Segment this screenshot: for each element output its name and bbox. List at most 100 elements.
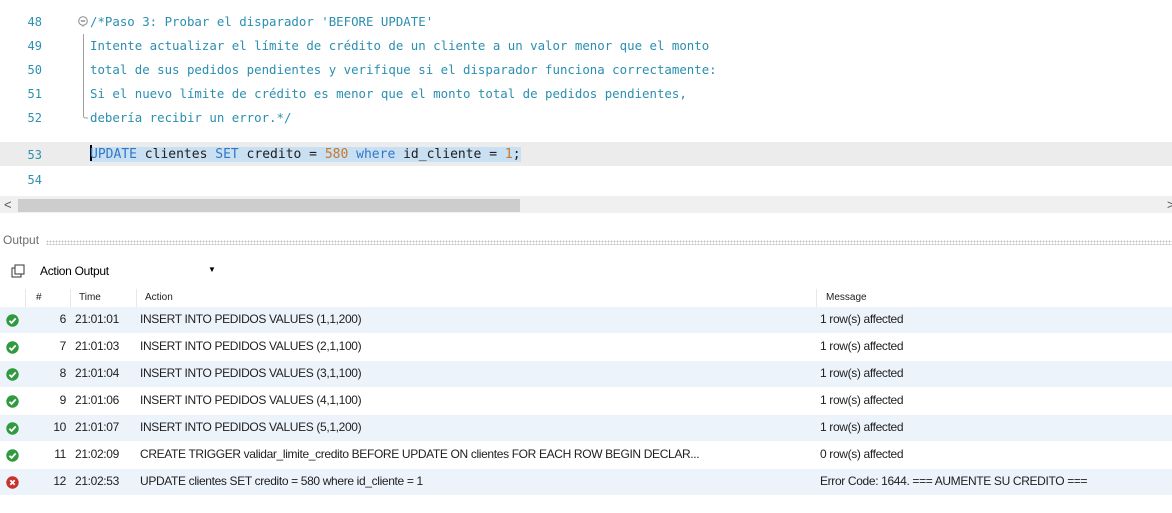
keyword-update: UPDATE (90, 147, 137, 162)
column-assign: credito = (238, 147, 325, 162)
line-number: 53 (27, 148, 42, 162)
code-line[interactable]: 52 debería recibir un error.*/ (0, 106, 1172, 130)
scroll-right-arrow[interactable]: > (1167, 196, 1172, 213)
row-action: INSERT INTO PEDIDOS VALUES (4,1,100) (140, 393, 362, 407)
fold-guide (83, 58, 84, 82)
table-row[interactable]: 11 21:02:09 CREATE TRIGGER validar_limite_… (0, 442, 1172, 468)
row-number: 6 (59, 312, 67, 326)
row-action: INSERT INTO PEDIDOS VALUES (3,1,100) (140, 366, 362, 380)
row-message: 0 row(s) affected (820, 447, 904, 461)
column-header-time[interactable]: Time (79, 292, 101, 303)
fold-guide (83, 82, 84, 106)
row-number: 7 (59, 339, 67, 353)
table-name: clientes (136, 147, 216, 162)
code-comment: debería recibir un error.*/ (90, 110, 292, 125)
column-divider[interactable] (136, 289, 137, 307)
success-check-icon (6, 395, 19, 408)
row-number: 11 (54, 447, 66, 461)
row-time: 21:01:01 (75, 312, 119, 326)
line-number: 50 (27, 63, 42, 77)
row-action: CREATE TRIGGER validar_limite_credito BE… (140, 447, 700, 461)
panel-grip[interactable] (46, 240, 1172, 245)
output-type-select[interactable]: Action Output ▼ (36, 262, 224, 280)
table-row[interactable]: 8 21:01:04 INSERT INTO PEDIDOS VALUES (3,1… (0, 361, 1172, 387)
success-check-icon (6, 449, 19, 462)
row-action: INSERT INTO PEDIDOS VALUES (1,1,200) (140, 312, 362, 326)
success-check-icon (6, 341, 19, 354)
row-time: 21:01:03 (75, 339, 119, 353)
row-message: 1 row(s) affected (820, 312, 904, 326)
success-check-icon (6, 314, 19, 327)
keyword-set: SET (215, 147, 239, 162)
line-number: 49 (27, 39, 42, 53)
code-line[interactable]: 50 total de sus pedidos pendientes y ver… (0, 58, 1172, 82)
table-row[interactable]: 10 21:01:07 INSERT INTO PEDIDOS VALUES (5,… (0, 415, 1172, 441)
row-message: 1 row(s) affected (820, 366, 904, 380)
code-line[interactable]: 48 /*Paso 3: Probar el disparador 'BEFOR… (0, 10, 1172, 34)
code-comment: /*Paso 3: Probar el disparador 'BEFORE U… (90, 14, 434, 29)
number-literal: 1 (504, 147, 513, 162)
success-check-icon (6, 422, 19, 435)
line-number: 48 (27, 15, 42, 29)
line-number: 51 (27, 87, 42, 101)
table-row[interactable]: 7 21:01:03 INSERT INTO PEDIDOS VALUES (2,1… (0, 334, 1172, 360)
output-toolbar: Action Output ▼ (0, 260, 1172, 282)
column-header-action[interactable]: Action (145, 292, 173, 303)
fold-collapse-icon[interactable] (78, 15, 88, 27)
row-message: 1 row(s) affected (820, 393, 904, 407)
statement-terminator: ; (512, 147, 521, 162)
copy-icon[interactable] (11, 264, 25, 278)
chevron-down-icon: ▼ (208, 265, 216, 274)
scrollbar-thumb[interactable] (18, 199, 520, 212)
number-literal: 580 (324, 147, 349, 162)
column-divider[interactable] (70, 289, 71, 307)
row-action: INSERT INTO PEDIDOS VALUES (5,1,200) (140, 420, 362, 434)
row-action: INSERT INTO PEDIDOS VALUES (2,1,100) (140, 339, 362, 353)
row-action: UPDATE clientes SET credito = 580 where … (140, 474, 423, 488)
line-number: 54 (27, 173, 42, 187)
code-line[interactable]: 49 Intente actualizar el límite de crédi… (0, 34, 1172, 58)
column-header-number[interactable]: # (36, 292, 42, 303)
table-row[interactable]: 6 21:01:01 INSERT INTO PEDIDOS VALUES (1,1… (0, 307, 1172, 333)
row-time: 21:02:53 (75, 474, 119, 488)
keyword-where: where (356, 147, 396, 162)
row-number: 10 (53, 420, 66, 434)
row-number: 8 (59, 366, 67, 380)
fold-guide (83, 34, 84, 58)
error-x-icon (6, 476, 19, 489)
output-panel-header: Output (0, 230, 1172, 252)
row-time: 21:01:06 (75, 393, 119, 407)
fold-end-icon (83, 106, 88, 119)
selection-highlight: UPDATE clientes SET credito = 580 where … (90, 145, 521, 162)
where-condition: id_cliente = (395, 147, 505, 162)
output-panel-title: Output (3, 233, 40, 247)
code-comment: Si el nuevo límite de crédito es menor q… (90, 86, 687, 101)
scroll-left-arrow[interactable]: < (4, 196, 12, 213)
row-number: 9 (59, 393, 67, 407)
horizontal-scrollbar[interactable]: < > (0, 196, 1172, 213)
column-divider[interactable] (816, 289, 817, 307)
row-number: 12 (53, 474, 66, 488)
row-message: 1 row(s) affected (820, 339, 904, 353)
column-divider[interactable] (25, 289, 26, 307)
current-code-line[interactable]: 53 UPDATE clientes SET credito = 580 whe… (0, 142, 1172, 166)
table-row[interactable]: 12 21:02:53 UPDATE clientes SET credito = … (0, 469, 1172, 495)
table-header: # Time Action Message (0, 289, 1172, 307)
code-line[interactable]: 54 (0, 168, 1172, 192)
row-time: 21:01:04 (75, 366, 119, 380)
sql-editor[interactable]: 47 48 /*Paso 3: Probar el disparador 'BE… (0, 0, 1172, 196)
column-header-message[interactable]: Message (826, 292, 867, 303)
row-message: 1 row(s) affected (820, 420, 904, 434)
row-time: 21:02:09 (75, 447, 119, 461)
code-line[interactable]: 51 Si el nuevo límite de crédito es meno… (0, 82, 1172, 106)
code-comment: total de sus pedidos pendientes y verifi… (90, 62, 717, 77)
success-check-icon (6, 368, 19, 381)
sql-statement[interactable]: UPDATE clientes SET credito = 580 where … (90, 142, 521, 168)
row-message: Error Code: 1644. === AUMENTE SU CREDITO… (820, 474, 1088, 488)
line-number: 52 (27, 111, 42, 125)
table-row[interactable]: 9 21:01:06 INSERT INTO PEDIDOS VALUES (4,1… (0, 388, 1172, 414)
row-time: 21:01:07 (75, 420, 119, 434)
output-type-value: Action Output (40, 264, 109, 278)
code-comment: Intente actualizar el límite de crédito … (90, 38, 710, 53)
